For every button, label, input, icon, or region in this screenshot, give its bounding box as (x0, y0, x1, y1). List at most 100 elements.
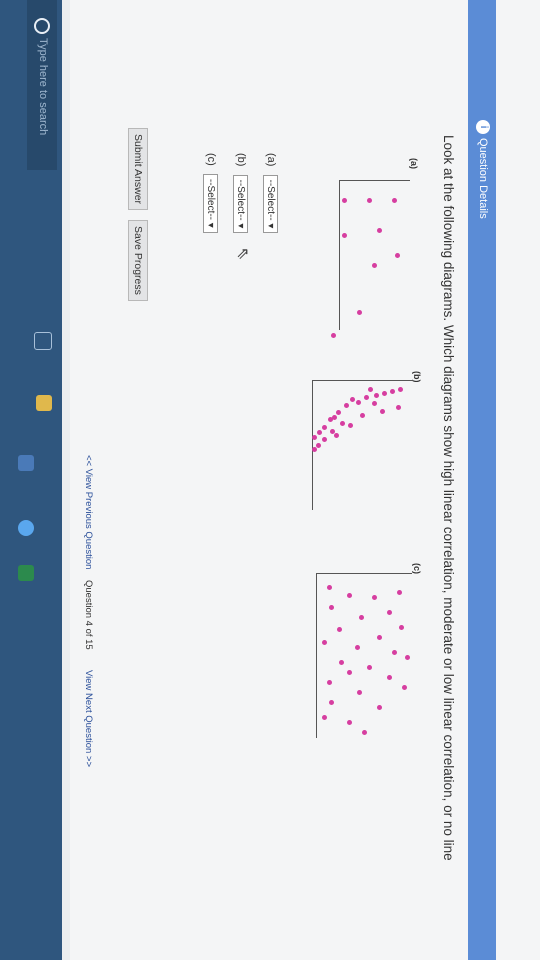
diagram-a-y-axis (340, 180, 410, 181)
diagram-b-point (328, 417, 333, 422)
answer-label-a: (a) (265, 153, 277, 167)
submit-answer-button[interactable]: Submit Answer (128, 128, 148, 211)
diagram-b-point (344, 403, 349, 408)
diagram-c-label: (c) (412, 563, 422, 574)
taskbar: Type here to search (0, 0, 62, 960)
diagram-a-point (367, 198, 372, 203)
diagram-c-point (337, 627, 342, 632)
diagram-b: (b) (305, 371, 425, 515)
file-explorer-icon[interactable] (36, 395, 52, 411)
diagram-b-point (322, 437, 327, 442)
diagram-c-point (327, 680, 332, 685)
diagram-b-point (350, 397, 355, 402)
question-position: Question 4 of 15 (83, 580, 94, 650)
mouse-cursor-icon: ⇖ (234, 247, 251, 261)
task-view-icon[interactable] (34, 332, 52, 350)
diagram-a-point (372, 263, 377, 268)
diagram-b-y-axis (313, 380, 413, 381)
diagram-c-point (377, 705, 382, 710)
diagram-c-point (359, 615, 364, 620)
store-icon[interactable] (18, 455, 34, 471)
diagram-c-point (357, 690, 362, 695)
diagram-a: (a) (322, 158, 422, 338)
diagram-a-point (342, 233, 347, 238)
diagram-c-point (387, 610, 392, 615)
answer-row-b: (b) --Select-- ▾ (233, 153, 248, 234)
chrome-icon[interactable] (18, 520, 34, 536)
diagram-c-point (387, 675, 392, 680)
taskbar-search-placeholder: Type here to search (37, 38, 49, 136)
next-question-link[interactable]: View Next Question >> (83, 670, 94, 767)
info-icon: i (476, 120, 490, 134)
diagram-b-point (360, 413, 365, 418)
diagram-b-point (336, 410, 341, 415)
diagram-c-point (327, 585, 332, 590)
diagram-b-point (396, 405, 401, 410)
diagram-c-point (399, 625, 404, 630)
diagram-c-point (392, 650, 397, 655)
diagram-b-point (372, 401, 377, 406)
select-b[interactable]: --Select-- ▾ (233, 174, 248, 234)
diagram-b-point (364, 395, 369, 400)
diagram-c-point (377, 635, 382, 640)
diagram-c-y-axis (317, 573, 412, 574)
select-a[interactable]: --Select-- ▾ (263, 174, 278, 234)
answer-row-a: (a) --Select-- ▾ (263, 153, 278, 234)
diagram-a-point (342, 198, 347, 203)
taskbar-search-box[interactable]: Type here to search (27, 0, 57, 170)
diagram-c-point (347, 720, 352, 725)
diagram-a-point (377, 228, 382, 233)
diagram-c: (c) (307, 563, 422, 745)
diagram-b-point (374, 393, 379, 398)
answer-row-c: (c) --Select-- ▾ (203, 153, 218, 233)
diagram-b-point (390, 389, 395, 394)
diagram-c-point (347, 593, 352, 598)
diagram-a-point (331, 333, 336, 338)
diagram-b-point (368, 387, 373, 392)
diagram-c-point (372, 595, 377, 600)
diagram-b-point (348, 423, 353, 428)
diagram-c-point (402, 685, 407, 690)
diagram-c-point (362, 730, 367, 735)
diagram-b-point (316, 443, 321, 448)
diagram-c-point (397, 590, 402, 595)
diagram-b-label: (b) (412, 371, 422, 383)
question-page: i Question Details Look at the following… (70, 0, 540, 960)
diagram-b-point (382, 391, 387, 396)
diagram-c-point (355, 645, 360, 650)
diagram-b-x-axis (312, 380, 313, 510)
diagram-c-point (347, 670, 352, 675)
diagram-c-point (322, 715, 327, 720)
diagram-b-point (317, 430, 322, 435)
excel-icon[interactable] (18, 565, 34, 581)
answer-label-c: (c) (205, 153, 217, 166)
diagram-b-point (322, 425, 327, 430)
diagram-b-point (398, 387, 403, 392)
question-text: Look at the following diagrams. Which di… (441, 135, 456, 861)
save-progress-button[interactable]: Save Progress (128, 220, 148, 301)
diagram-c-point (329, 700, 334, 705)
diagram-b-point (340, 421, 345, 426)
previous-question-link[interactable]: << View Previous Question (83, 455, 94, 569)
diagram-b-point (380, 409, 385, 414)
search-icon (34, 18, 50, 34)
question-details-title: Question Details (477, 138, 489, 219)
answer-label-b: (b) (235, 153, 247, 167)
diagram-a-point (392, 198, 397, 203)
diagram-c-point (367, 665, 372, 670)
diagram-a-point (357, 310, 362, 315)
diagram-c-x-axis (316, 573, 317, 738)
diagram-c-point (329, 605, 334, 610)
diagram-a-point (395, 253, 400, 258)
diagram-a-label: (a) (409, 158, 419, 169)
diagram-c-point (405, 655, 410, 660)
diagram-b-point (312, 435, 317, 440)
question-details-header[interactable]: i Question Details (468, 0, 496, 960)
diagram-c-point (322, 640, 327, 645)
diagram-b-point (356, 400, 361, 405)
diagram-b-point (312, 447, 317, 452)
select-c[interactable]: --Select-- ▾ (203, 173, 218, 233)
screen: i Question Details Look at the following… (0, 0, 540, 960)
diagram-a-x-axis (339, 180, 340, 330)
diagram-c-point (339, 660, 344, 665)
